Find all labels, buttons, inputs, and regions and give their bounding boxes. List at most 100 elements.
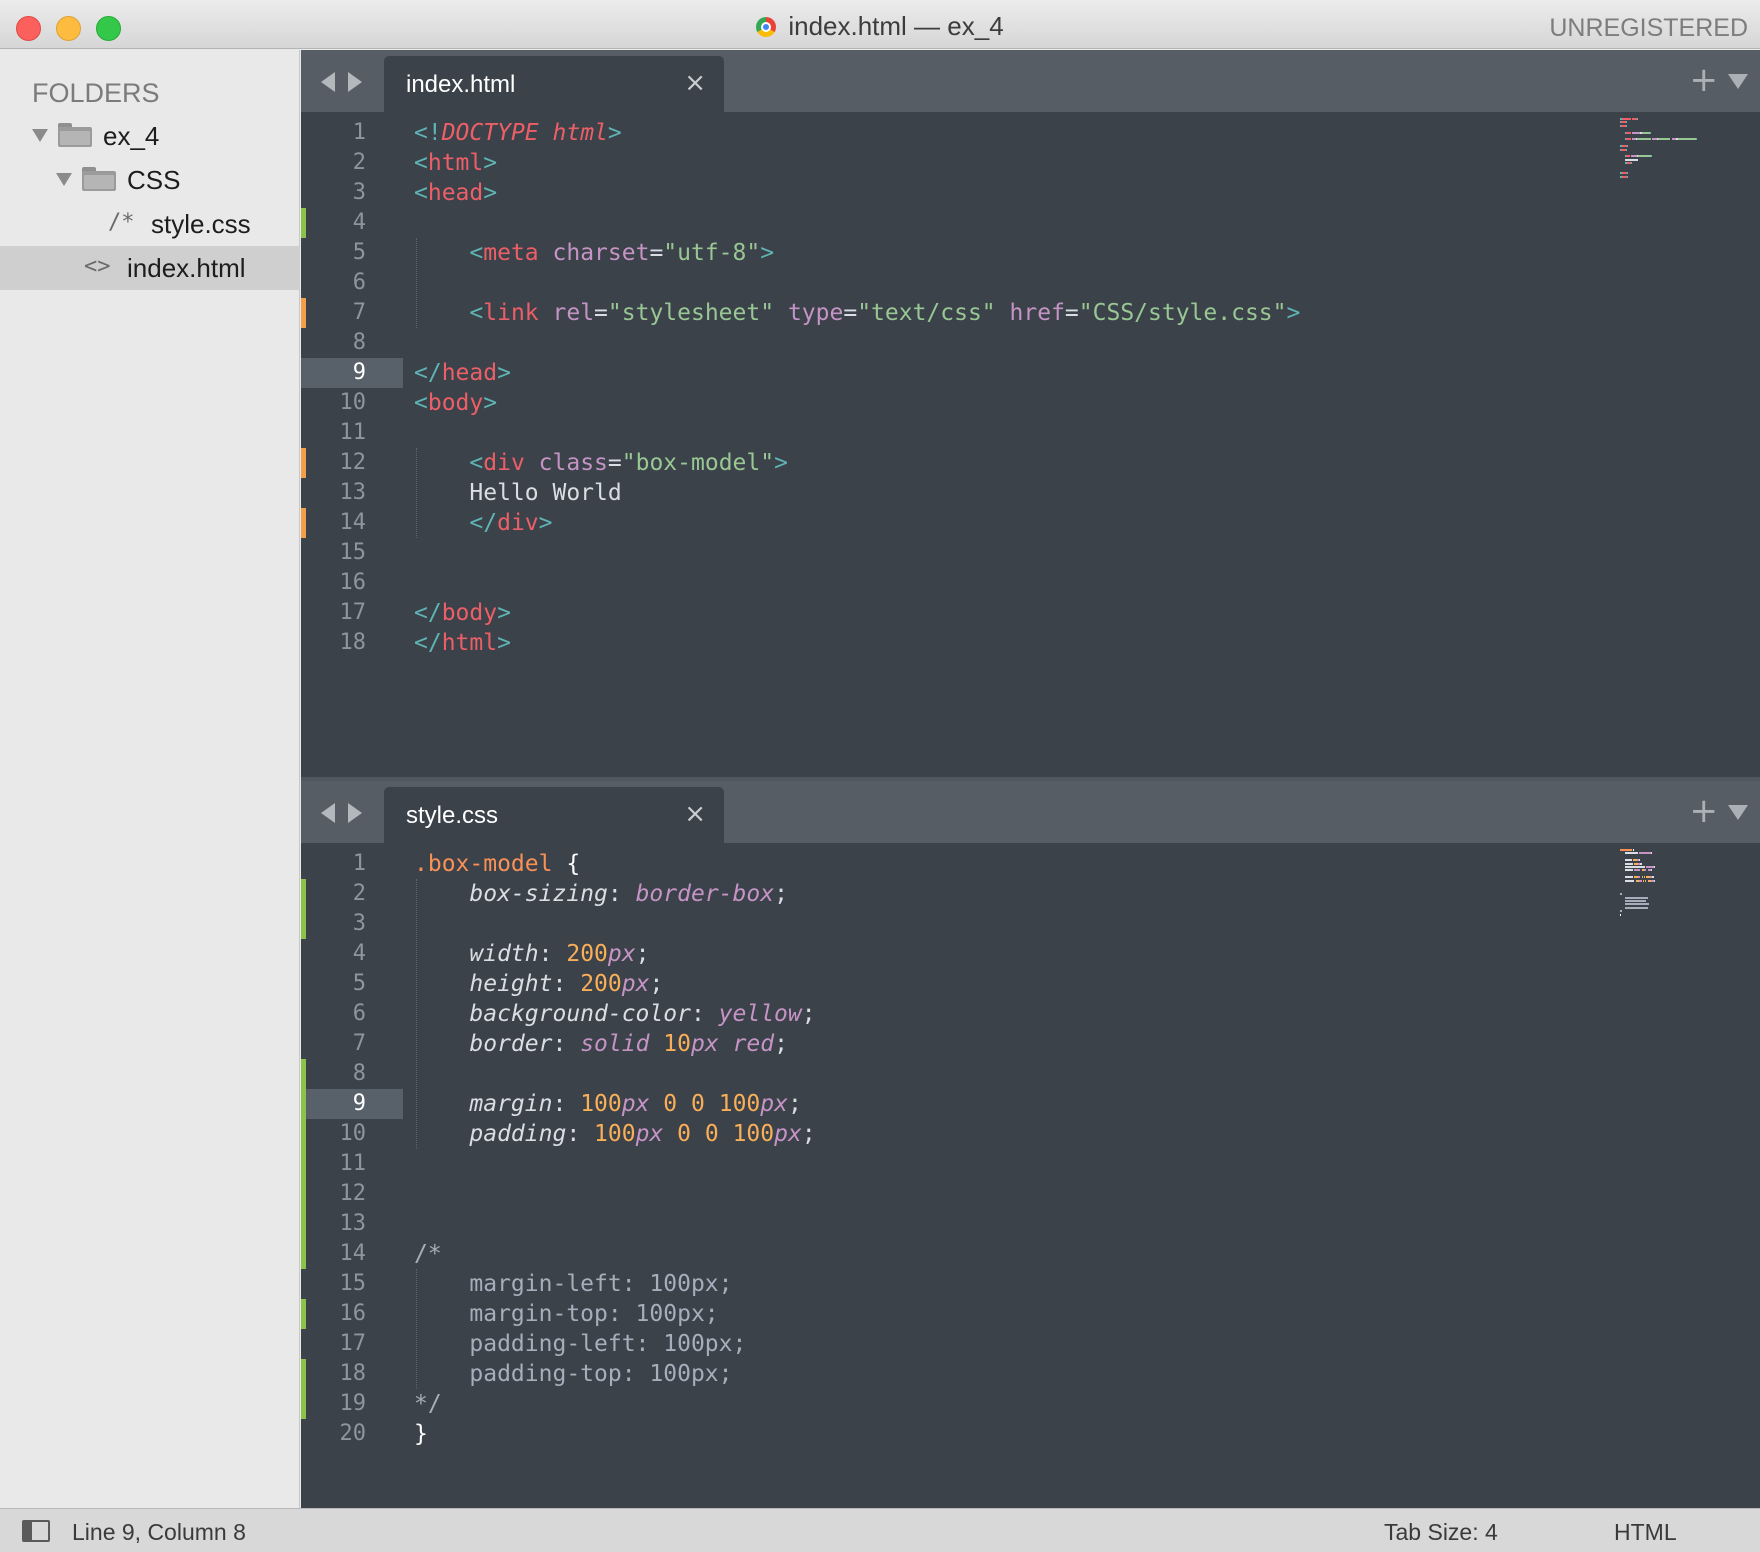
line-number: 19 bbox=[339, 1391, 367, 1416]
minimap-segment bbox=[1630, 162, 1632, 165]
minimap-segment bbox=[1639, 879, 1642, 882]
line-number: 7 bbox=[352, 300, 366, 325]
window-title-group: index.html — ex_4 bbox=[0, 11, 1760, 42]
diff-marker bbox=[301, 448, 306, 478]
diff-marker bbox=[301, 1239, 306, 1269]
unregistered-label: UNREGISTERED bbox=[1549, 14, 1748, 42]
tree-item-ex_4[interactable]: ex_4 bbox=[0, 114, 300, 158]
tab-bar: index.html × + bbox=[301, 50, 1760, 112]
minimap-segment bbox=[1658, 138, 1671, 141]
tab-style-css[interactable]: style.css × bbox=[384, 787, 724, 843]
tab-dropdown-icon[interactable] bbox=[1728, 805, 1748, 820]
minimap-segment bbox=[1695, 138, 1697, 141]
editor-pane-index-html[interactable]: index.html × + 1 2 3 4 5 6 7 8 9 10 11 12 13 14 15 16 17… bbox=[301, 50, 1760, 777]
disclosure-triangle-icon[interactable] bbox=[32, 129, 48, 142]
line-number: 3 bbox=[352, 180, 366, 205]
minimap[interactable] bbox=[1620, 849, 1730, 929]
tab-close-icon[interactable]: × bbox=[684, 799, 706, 829]
back-arrow-icon[interactable] bbox=[321, 72, 335, 92]
code-line: height: 200px; bbox=[469, 971, 664, 997]
tab-dropdown-icon[interactable] bbox=[1728, 74, 1748, 89]
tab-size-selector[interactable]: Tab Size: 4 bbox=[1384, 1519, 1498, 1546]
minimap-segment bbox=[1636, 138, 1652, 141]
line-number: 16 bbox=[339, 1301, 367, 1326]
minimap-segment bbox=[1677, 138, 1696, 141]
diff-marker bbox=[301, 1179, 306, 1209]
minimap-segment bbox=[1632, 862, 1634, 865]
sidebar-toggle-icon[interactable] bbox=[22, 1520, 50, 1542]
code-line: margin-top: 100px; bbox=[414, 1301, 719, 1327]
tree-item-index-html[interactable]: <> index.html bbox=[0, 246, 300, 290]
folder-icon bbox=[82, 167, 116, 191]
minimap-segment bbox=[1641, 131, 1650, 134]
line-number: 13 bbox=[339, 1211, 367, 1236]
diff-marker bbox=[301, 298, 306, 328]
css-file-icon: /* bbox=[108, 210, 135, 235]
line-number: 20 bbox=[339, 1421, 367, 1446]
chrome-file-icon bbox=[756, 17, 777, 37]
code-line: <!DOCTYPE html> bbox=[414, 120, 622, 146]
minimap-segment bbox=[1632, 876, 1634, 879]
line-number: 8 bbox=[352, 1061, 366, 1086]
minimap-segment bbox=[1624, 869, 1632, 872]
minimap-segment bbox=[1651, 869, 1653, 872]
code-line: <head> bbox=[414, 180, 498, 206]
line-number: 17 bbox=[339, 1331, 367, 1356]
minimap-segment bbox=[1624, 866, 1644, 868]
tree-item-label: CSS bbox=[127, 165, 181, 195]
tab-index-html[interactable]: index.html × bbox=[384, 56, 724, 112]
folders-header: FOLDERS bbox=[32, 78, 160, 108]
line-number: 5 bbox=[352, 240, 366, 265]
minimap-segment bbox=[1624, 158, 1638, 161]
minimap-segment bbox=[1624, 906, 1648, 909]
minimap-segment bbox=[1636, 118, 1638, 120]
forward-arrow-icon[interactable] bbox=[348, 72, 362, 92]
tab-close-icon[interactable]: × bbox=[684, 68, 706, 98]
line-number: 15 bbox=[339, 540, 367, 565]
code-line: border: solid 10px red; bbox=[469, 1031, 788, 1057]
tree-item-css[interactable]: CSS bbox=[0, 158, 300, 202]
minimap-segment bbox=[1633, 849, 1635, 851]
minimap-segment bbox=[1627, 175, 1629, 178]
code-line: <meta charset="utf-8"> bbox=[469, 240, 775, 266]
diff-marker bbox=[301, 1299, 306, 1329]
line-number: 11 bbox=[339, 1151, 367, 1176]
minimap-segment bbox=[1620, 893, 1623, 896]
window-title: index.html — ex_4 bbox=[788, 11, 1004, 41]
code-line: Hello World bbox=[414, 480, 622, 506]
syntax-selector[interactable]: HTML bbox=[1614, 1519, 1677, 1546]
indent-guide bbox=[416, 448, 417, 538]
minimap[interactable] bbox=[1620, 118, 1730, 188]
minimap-segment bbox=[1626, 131, 1631, 134]
tree-item-label: ex_4 bbox=[103, 121, 160, 151]
tree-item-style-css[interactable]: /* style.css bbox=[0, 202, 300, 246]
code-line: /* bbox=[414, 1241, 442, 1267]
editor-pane-style-css[interactable]: style.css × + 1 2 3 4 5 6 7 8 9 10 11 12 13 14 15 16 17 1… bbox=[301, 777, 1760, 1508]
minimap-segment bbox=[1627, 172, 1629, 175]
code-line: </head> bbox=[414, 360, 511, 386]
minimap-segment bbox=[1632, 869, 1634, 872]
code-line: .box-model { bbox=[414, 851, 581, 877]
new-tab-plus-icon[interactable]: + bbox=[1690, 791, 1719, 831]
line-number: 8 bbox=[352, 330, 366, 355]
line-number: 9 bbox=[352, 1091, 366, 1116]
forward-arrow-icon[interactable] bbox=[348, 803, 362, 823]
tab-bar: style.css × + bbox=[301, 781, 1760, 843]
minimap-segment bbox=[1646, 866, 1654, 868]
code-line: margin: 100px 0 0 100px; bbox=[469, 1091, 802, 1117]
minimap-segment bbox=[1636, 852, 1638, 855]
minimap-segment bbox=[1624, 876, 1632, 879]
minimap-segment bbox=[1645, 879, 1647, 882]
line-number: 3 bbox=[352, 911, 366, 936]
minimap-segment bbox=[1633, 879, 1635, 882]
back-arrow-icon[interactable] bbox=[321, 803, 335, 823]
code-line: <div class="box-model"> bbox=[469, 450, 788, 476]
line-number: 2 bbox=[352, 881, 366, 906]
new-tab-plus-icon[interactable]: + bbox=[1690, 60, 1719, 100]
disclosure-triangle-icon[interactable] bbox=[56, 173, 72, 186]
diff-marker bbox=[301, 1119, 306, 1149]
line-number: 1 bbox=[352, 851, 366, 876]
line-number: 10 bbox=[339, 1121, 367, 1146]
minimap-segment bbox=[1624, 903, 1649, 906]
diff-marker bbox=[301, 208, 306, 238]
